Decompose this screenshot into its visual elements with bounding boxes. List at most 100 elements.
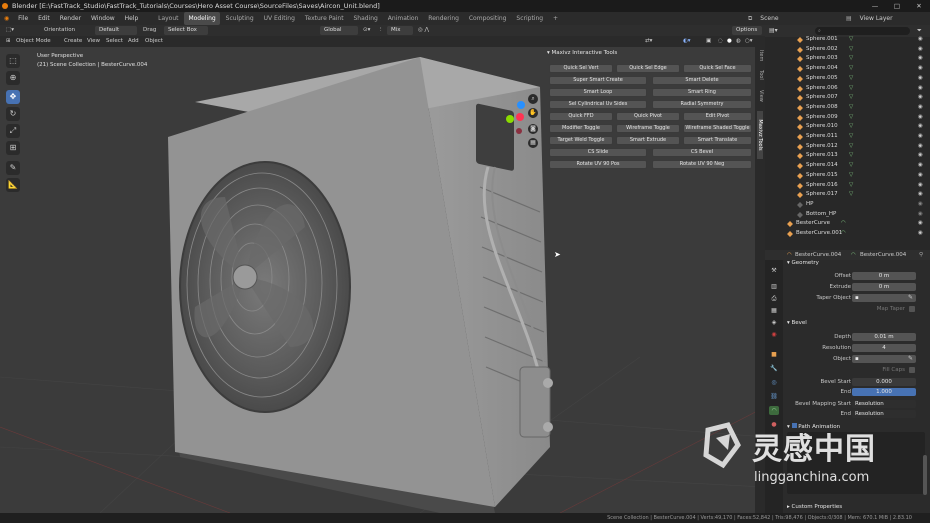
maxivz-panel-title[interactable]: ▾ Maxivz Interactive Tools [547, 50, 617, 56]
tab-texture-paint[interactable]: Texture Paint [301, 12, 348, 25]
outliner-item-sphere[interactable]: Sphere.011 ▽ ◉ [765, 132, 930, 142]
visibility-eye-icon[interactable]: ◉ [918, 93, 923, 103]
tab-compositing[interactable]: Compositing [465, 12, 511, 25]
cs-slide-button[interactable]: CS Slide [549, 148, 647, 157]
outliner-item-sphere[interactable]: Sphere.005 ▽ ◉ [765, 74, 930, 84]
pin-icon[interactable]: ⚲ [919, 250, 923, 260]
quick-sel-edge-button[interactable]: Quick Sel Edge [616, 64, 680, 73]
mapping-end-dropdown[interactable]: Resolution [852, 410, 916, 418]
menu-file[interactable]: File [14, 12, 32, 25]
render-tab-icon[interactable]: ▥ [769, 282, 779, 291]
visibility-eye-icon[interactable]: ◉ [918, 161, 923, 171]
outliner-item-sphere[interactable]: Sphere.002 ▽ ◉ [765, 45, 930, 55]
visibility-eye-icon[interactable]: ◉ [918, 219, 923, 229]
cursor-tool-icon[interactable]: ⊕ [6, 71, 20, 85]
move-tool-icon[interactable]: ✥ [6, 90, 20, 104]
maximize-button[interactable]: □ [886, 0, 908, 12]
pan-hand-icon[interactable]: ✋ [528, 108, 538, 118]
constraint-tab-icon[interactable]: ⛓ [769, 392, 779, 401]
mapping-start-dropdown[interactable]: Resolution [852, 400, 916, 408]
tab-item[interactable]: Item [758, 50, 764, 70]
visibility-eye-icon[interactable]: ◉ [918, 200, 923, 210]
3d-viewport[interactable]: ⬚ ⊕ ✥ ↻ ⤢ ⊞ ✎ 📐 User Perspective (21) Sc… [0, 47, 765, 513]
physics-tab-icon[interactable]: ◎ [769, 378, 779, 387]
outliner-item-sphere[interactable]: Sphere.017 ▽ ◉ [765, 190, 930, 200]
visibility-eye-icon[interactable]: ◉ [918, 45, 923, 55]
menu-help[interactable]: Help [121, 12, 143, 25]
scene-selector[interactable]: ⧉ Scene [740, 12, 787, 25]
menu-edit[interactable]: Edit [34, 12, 54, 25]
visibility-eye-icon[interactable]: ◉ [918, 103, 923, 113]
add-workspace-button[interactable]: + [549, 12, 562, 25]
menu-object[interactable]: Object [145, 36, 163, 47]
zoom-icon[interactable]: ⌕ [528, 94, 538, 104]
select-tool-icon[interactable]: ⬚▾ [6, 25, 14, 36]
outliner-item-sphere[interactable]: Sphere.016 ▽ ◉ [765, 181, 930, 191]
edit-pivot-button[interactable]: Edit Pivot [683, 112, 752, 121]
mode-dropdown[interactable]: Object Mode [16, 36, 51, 47]
tab-rendering[interactable]: Rendering [424, 12, 463, 25]
radial-symmetry-button[interactable]: Radial Symmetry [652, 100, 752, 109]
visibility-eye-icon[interactable]: ◉ [918, 113, 923, 123]
tab-view[interactable]: View [758, 90, 764, 110]
camera-view-icon[interactable]: ◙ [528, 124, 538, 134]
smart-translate-button[interactable]: Smart Translate [683, 136, 752, 145]
annotate-tool-icon[interactable]: ✎ [6, 161, 20, 175]
outliner-item-sphere[interactable]: Sphere.014 ▽ ◉ [765, 161, 930, 171]
menu-select[interactable]: Select [106, 36, 123, 47]
view-layer-selector[interactable]: ▤ View Layer [838, 12, 901, 25]
geometry-section-header[interactable]: ▾ Geometry [787, 260, 819, 266]
bevel-object-field[interactable]: ▪ [852, 355, 916, 363]
measure-tool-icon[interactable]: 📐 [6, 178, 20, 192]
view-layer-tab-icon[interactable]: ▦ [769, 306, 779, 315]
menu-render[interactable]: Render [56, 12, 85, 25]
extrude-field[interactable]: 0 m [852, 283, 916, 291]
outliner-item-sphere[interactable]: Sphere.007 ▽ ◉ [765, 93, 930, 103]
outliner-item-collection[interactable]: Bottom_HP ◉ [765, 210, 930, 220]
menu-add[interactable]: Add [128, 36, 139, 47]
output-tab-icon[interactable]: ⎙ [769, 294, 779, 303]
outliner-item-sphere[interactable]: Sphere.013 ▽ ◉ [765, 151, 930, 161]
rotate-uv-90-pos-button[interactable]: Rotate UV 90 Pos [549, 160, 647, 169]
visibility-eye-icon[interactable]: ◉ [918, 181, 923, 191]
bevel-section-header[interactable]: ▾ Bevel [787, 320, 807, 326]
smart-delete-button[interactable]: Smart Delete [652, 76, 752, 85]
visibility-eye-icon[interactable]: ◉ [918, 142, 923, 152]
object-name[interactable]: BesterCurve.004 [795, 250, 841, 260]
outliner-item-sphere[interactable]: Sphere.006 ▽ ◉ [765, 84, 930, 94]
transform-tool-icon[interactable]: ⊞ [6, 141, 20, 155]
data-name-field[interactable]: BesterCurve.004 [860, 250, 906, 260]
tab-modeling[interactable]: Modeling [184, 12, 220, 25]
world-tab-icon[interactable]: ◉ [769, 330, 779, 339]
target-weld-toggle-button[interactable]: Target Weld Toggle [549, 136, 613, 145]
view-object-types-icon[interactable]: ⇄▾ [645, 36, 652, 47]
outliner-item-sphere[interactable]: Sphere.001 ▽ ◉ [765, 35, 930, 45]
visibility-eye-icon[interactable]: ◉ [918, 35, 923, 45]
tab-shading[interactable]: Shading [349, 12, 381, 25]
snap-icon[interactable]: ⫶ [380, 25, 381, 36]
tab-sculpting[interactable]: Sculpting [222, 12, 258, 25]
close-button[interactable]: ✕ [908, 0, 930, 12]
offset-field[interactable]: 0 m [852, 272, 916, 280]
material-shading-icon[interactable]: ◍ [736, 36, 741, 47]
tab-tool[interactable]: Tool [758, 70, 764, 90]
overlays-icon[interactable]: ◐▾ [683, 36, 691, 47]
taper-eyedropper-icon[interactable]: ✎ [908, 294, 913, 301]
wireframe-toggle-button[interactable]: Wireframe Toggle [616, 124, 680, 133]
scene-tab-icon[interactable]: ◈ [769, 318, 779, 327]
blender-menu-icon[interactable]: ◉ [0, 12, 12, 25]
smart-extrude-button[interactable]: Smart Extrude [616, 136, 680, 145]
modifier-tab-icon[interactable]: 🔧 [769, 364, 779, 373]
scale-tool-icon[interactable]: ⤢ [6, 124, 20, 138]
visibility-eye-icon[interactable]: ◉ [918, 64, 923, 74]
drag-dropdown[interactable]: Select Box [164, 26, 208, 35]
menu-window[interactable]: Window [87, 12, 119, 25]
options-dropdown[interactable]: Options [732, 26, 762, 35]
quick-pivot-button[interactable]: Quick Pivot [616, 112, 680, 121]
visibility-eye-icon[interactable]: ◉ [918, 229, 923, 239]
orientation-dropdown[interactable]: Default [95, 26, 137, 35]
menu-view[interactable]: View [87, 36, 100, 47]
tab-uv-editing[interactable]: UV Editing [260, 12, 299, 25]
rotate-tool-icon[interactable]: ↻ [6, 107, 20, 121]
visibility-eye-icon[interactable]: ◉ [918, 210, 923, 220]
